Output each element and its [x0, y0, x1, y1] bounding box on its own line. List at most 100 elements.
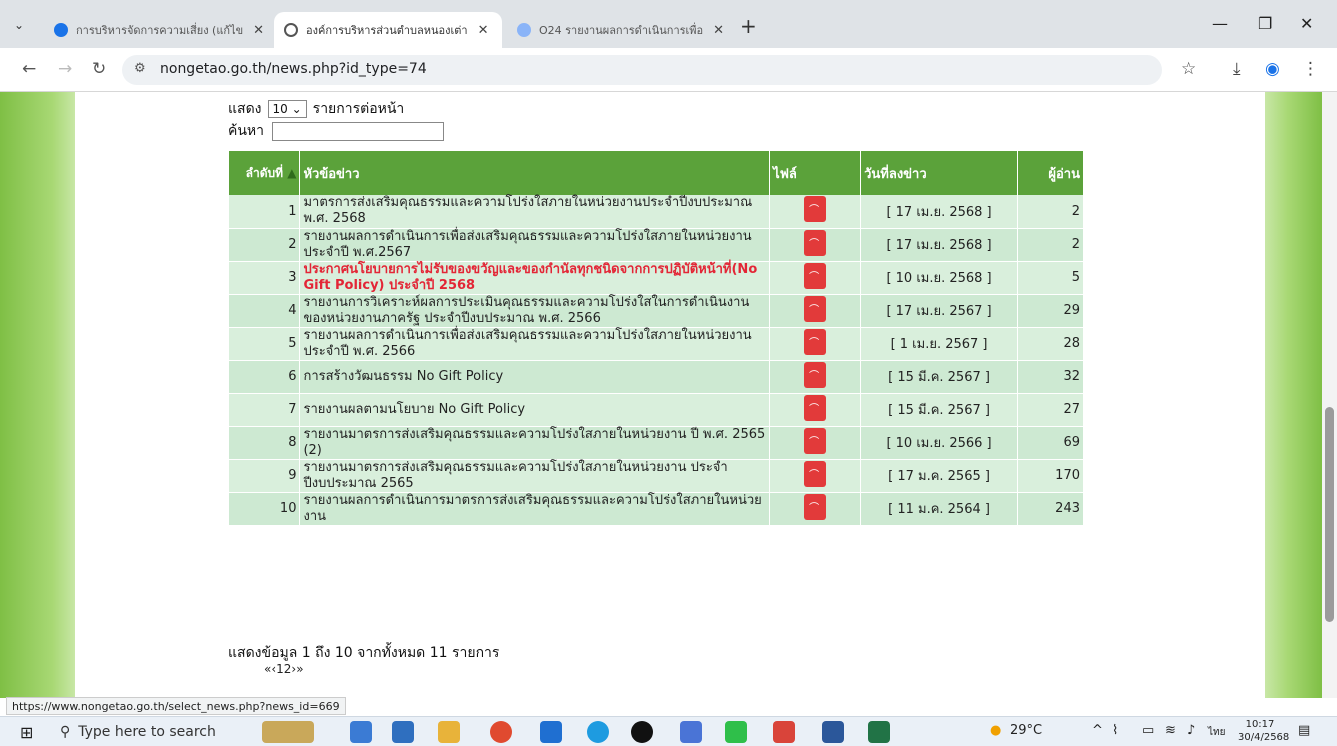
tab-1[interactable]: การบริหารจัดการความเสี่ยง (แก้ไข ✕ [44, 12, 266, 48]
browser-toolbar: ← → ↻ ⚙ nongetao.go.th/news.php?id_type=… [0, 48, 1337, 92]
news-title-link[interactable]: รายงานผลการดำเนินการมาตรการส่งเสริมคุณธร… [299, 492, 771, 526]
pdf-icon[interactable] [804, 196, 827, 223]
tiktok-icon[interactable] [631, 721, 653, 743]
news-date: [ 15 มี.ค. 2567 ] [860, 360, 1018, 394]
new-tab-icon[interactable]: + [740, 14, 757, 38]
site-info-icon[interactable]: ⚙ [134, 61, 146, 76]
page-scrollbar[interactable] [1322, 92, 1337, 698]
weather-temp[interactable]: 29°C [1010, 723, 1042, 738]
row-number: 10 [229, 492, 301, 526]
news-title-link[interactable]: ประกาศนโยบายการไม่รับของขวัญและของกำนัลท… [299, 261, 771, 295]
tab-2[interactable]: องค์การบริหารส่วนตำบลหนองเต่า ✕ [274, 12, 502, 48]
clock[interactable]: 10:17 30/4/2568 [1238, 718, 1289, 744]
page-length-select[interactable]: 10 ⌄ [267, 100, 307, 118]
pdf-icon[interactable] [804, 328, 827, 355]
table-row: 6 การสร้างวัฒนธรรม No Gift Policy [ 15 ม… [229, 360, 1084, 394]
news-title-link[interactable]: การสร้างวัฒนธรรม No Gift Policy [299, 360, 771, 394]
reload-icon[interactable]: ↻ [92, 59, 106, 79]
widgets-icon[interactable] [262, 721, 314, 743]
column-header-title[interactable]: หัวข้อข่าว [299, 151, 771, 195]
close-tab-icon[interactable]: ✕ [713, 23, 724, 38]
news-title-link[interactable]: รายงานผลการดำเนินการเพื่อส่งเสริมคุณธรรม… [299, 228, 771, 262]
pdf-file-cell [769, 327, 862, 361]
reader-count: 2 [1017, 228, 1084, 262]
pdf-icon[interactable] [804, 262, 827, 289]
close-window-icon[interactable]: ✕ [1300, 14, 1313, 33]
column-header-number[interactable]: ลำดับที่ ▲ [229, 151, 301, 195]
excel-icon[interactable] [868, 721, 890, 743]
table-row: 5 รายงานผลการดำเนินการเพื่อส่งเสริมคุณธร… [229, 327, 1084, 361]
close-tab-icon[interactable]: ✕ [478, 23, 489, 38]
language-indicator[interactable]: ไทย [1208, 725, 1225, 740]
table-row: 8 รายงานมาตรการส่งเสริมคุณธรรมและความโปร… [229, 426, 1084, 460]
column-header-file[interactable]: ไฟล์ [769, 151, 862, 195]
pdf-icon[interactable] [804, 460, 827, 487]
forward-icon[interactable]: → [58, 59, 72, 79]
network-icon[interactable]: ⌇ [1112, 723, 1118, 738]
pdf-file-cell [769, 492, 862, 526]
row-number: 3 [229, 261, 301, 295]
line-icon[interactable] [725, 721, 747, 743]
tab-title: O24 รายงานผลการดำเนินการเพื่อ [539, 24, 704, 37]
tab-search-chevron-icon[interactable]: ⌄ [14, 18, 24, 32]
volume-icon[interactable]: ♪ [1187, 723, 1195, 738]
taskbar-search[interactable]: ⚲ Type here to search [60, 720, 245, 744]
status-bar-url: https://www.nongetao.go.th/select_news.p… [6, 697, 346, 715]
search-input[interactable] [272, 121, 445, 141]
store-icon[interactable] [392, 721, 414, 743]
file-explorer-icon[interactable] [438, 721, 460, 743]
minimize-icon[interactable]: — [1212, 14, 1228, 33]
per-page-label: รายการต่อหน้า [312, 101, 405, 117]
address-bar[interactable]: ⚙ nongetao.go.th/news.php?id_type=74 [122, 55, 1162, 85]
pdf-icon[interactable] [804, 394, 827, 421]
chevron-down-icon: ⌄ [291, 102, 302, 116]
tray-chevron-icon[interactable]: ^ [1092, 723, 1103, 738]
pdf-icon[interactable] [804, 295, 827, 322]
windows-taskbar: ⊞ ⚲ Type here to search ● 29°C ^ ⌇ ▭ ≋ ♪… [0, 716, 1337, 746]
table-row: 10 รายงานผลการดำเนินการมาตรการส่งเสริมคุ… [229, 492, 1084, 526]
taskbar-search-placeholder: Type here to search [78, 724, 216, 740]
chrome-icon[interactable] [490, 721, 512, 743]
pagination[interactable]: «‹12›» [264, 662, 304, 676]
page-length-control: แสดง 10 ⌄ รายการต่อหน้า [228, 98, 404, 120]
edge-icon[interactable] [587, 721, 609, 743]
windows-start-icon[interactable]: ⊞ [20, 723, 33, 742]
news-title-link[interactable]: รายงานมาตรการส่งเสริมคุณธรรมและความโปร่ง… [299, 459, 771, 493]
close-tab-icon[interactable]: ✕ [253, 23, 264, 38]
table-row: 2 รายงานผลการดำเนินการเพื่อส่งเสริมคุณธร… [229, 228, 1084, 262]
trip-icon[interactable] [680, 721, 702, 743]
word-icon[interactable] [822, 721, 844, 743]
app-icon[interactable] [350, 721, 372, 743]
news-date: [ 17 ม.ค. 2565 ] [860, 459, 1018, 493]
menu-kebab-icon[interactable]: ⋮ [1302, 59, 1319, 79]
pdf-icon[interactable] [804, 229, 827, 256]
table-row: 4 รายงานการวิเคราะห์ผลการประเมินคุณธรรมแ… [229, 294, 1084, 328]
news-title-link[interactable]: มาตรการส่งเสริมคุณธรรมและความโปร่งใสภายใ… [299, 195, 771, 229]
back-icon[interactable]: ← [22, 59, 36, 79]
news-title-link[interactable]: รายงานการวิเคราะห์ผลการประเมินคุณธรรมและ… [299, 294, 771, 328]
pdf-icon[interactable] [804, 493, 827, 520]
clock-time: 10:17 [1245, 719, 1275, 730]
pdf-icon[interactable] [804, 427, 827, 454]
wifi-icon[interactable]: ≋ [1165, 723, 1176, 738]
weather-icon[interactable]: ● [990, 723, 1001, 738]
news-title-link[interactable]: รายงานผลตามนโยบาย No Gift Policy [299, 393, 771, 427]
restore-icon[interactable]: ❐ [1258, 14, 1272, 33]
profile-icon[interactable]: ◉ [1265, 59, 1280, 79]
table-row: 1 มาตรการส่งเสริมคุณธรรมและความโปร่งใสภา… [229, 195, 1084, 229]
notification-icon[interactable]: ▤ [1298, 723, 1310, 738]
column-header-date[interactable]: วันที่ลงข่าว [860, 151, 1018, 195]
photos-icon[interactable] [773, 721, 795, 743]
battery-icon[interactable]: ▭ [1142, 723, 1154, 738]
pdf-icon[interactable] [804, 361, 827, 388]
outlook-icon[interactable] [540, 721, 562, 743]
scroll-thumb[interactable] [1325, 407, 1334, 622]
tab-3[interactable]: O24 รายงานผลการดำเนินการเพื่อ ✕ [507, 12, 735, 48]
pdf-file-cell [769, 360, 862, 394]
news-title-link[interactable]: รายงานมาตรการส่งเสริมคุณธรรมและความโปร่ง… [299, 426, 771, 460]
news-title-link[interactable]: รายงานผลการดำเนินการเพื่อส่งเสริมคุณธรรม… [299, 327, 771, 361]
bookmark-star-icon[interactable]: ☆ [1181, 59, 1196, 79]
column-header-readers[interactable]: ผู้อ่าน [1017, 151, 1084, 195]
download-icon[interactable]: ⤓ [1233, 59, 1241, 79]
globe-icon [284, 23, 298, 37]
